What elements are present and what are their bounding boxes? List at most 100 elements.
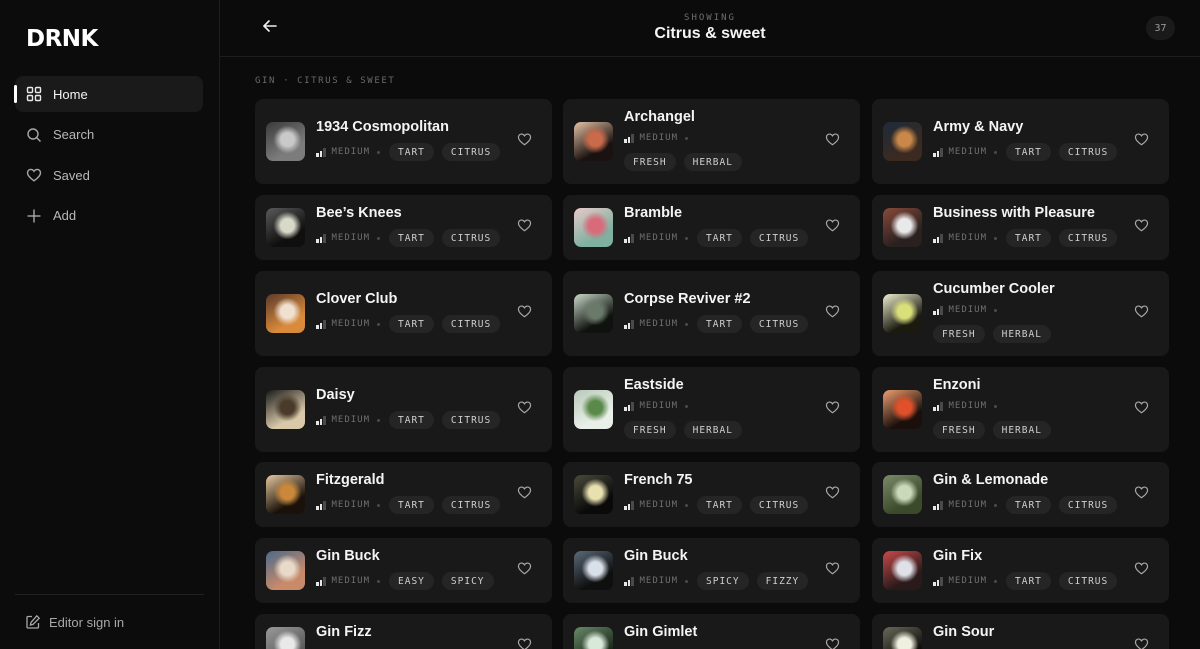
save-heart-button[interactable] <box>824 133 840 150</box>
strength-label: MEDIUM <box>948 147 988 157</box>
heart-icon <box>825 637 840 649</box>
flavor-tag: TART <box>389 229 434 247</box>
top-bar: SHOWING Citrus & sweet 37 <box>220 0 1200 57</box>
save-heart-button[interactable] <box>824 637 840 649</box>
sidebar-item-home[interactable]: Home <box>14 76 203 112</box>
separator-dot <box>377 579 381 583</box>
drink-card[interactable]: Gin Gimlet <box>563 614 860 649</box>
heart-icon <box>825 561 840 580</box>
save-heart-button[interactable] <box>516 133 532 150</box>
save-heart-button[interactable] <box>516 401 532 418</box>
save-heart-button[interactable] <box>1133 305 1149 322</box>
drink-meta: MEDIUM TART CITRUS <box>316 496 508 514</box>
strength-bars-icon <box>316 415 326 425</box>
strength-label: MEDIUM <box>948 401 988 411</box>
drink-card[interactable]: Archangel MEDIUM FRESH HERBAL <box>563 99 860 184</box>
strength-label: MEDIUM <box>948 500 988 510</box>
drink-card[interactable]: Gin Sour <box>872 614 1169 649</box>
save-heart-button[interactable] <box>516 562 532 579</box>
sidebar-item-add[interactable]: Add <box>15 198 203 234</box>
save-heart-button[interactable] <box>824 561 840 580</box>
separator-dot <box>994 579 998 583</box>
strength-label: MEDIUM <box>331 147 371 157</box>
save-heart-button[interactable] <box>1133 219 1149 236</box>
drink-card[interactable]: Gin Fizz <box>255 614 552 649</box>
strength-bars-icon <box>933 500 943 510</box>
flavor-tag: TART <box>697 496 742 514</box>
save-heart-button[interactable] <box>824 305 840 322</box>
drink-card[interactable]: Clover Club MEDIUM TART CITRUS <box>255 271 552 356</box>
save-heart-button[interactable] <box>1133 133 1149 150</box>
drink-card[interactable]: Army & Navy MEDIUM TART CITRUS <box>872 99 1169 184</box>
save-heart-button[interactable] <box>824 486 840 503</box>
drink-meta: MEDIUM TART CITRUS <box>933 572 1125 590</box>
separator-dot <box>994 404 998 408</box>
heart-icon <box>517 485 532 504</box>
sidebar-item-search[interactable]: Search <box>15 117 203 153</box>
save-heart-button[interactable] <box>516 218 532 237</box>
flavor-tag: SPICY <box>441 572 494 590</box>
flavor-tag: TART <box>389 315 434 333</box>
drink-thumbnail <box>574 390 613 429</box>
strength-bars-icon <box>933 576 943 586</box>
separator-dot <box>994 308 998 312</box>
editor-sign-in-button[interactable]: Editor sign in <box>25 614 124 630</box>
drink-thumbnail <box>266 294 305 333</box>
sidebar-item-label: Add <box>53 208 77 223</box>
strength-bars-icon <box>624 500 634 510</box>
drink-card[interactable]: Bee’s Knees MEDIUM TART CITRUS <box>255 195 552 260</box>
save-heart-button[interactable] <box>824 401 840 418</box>
save-heart-button[interactable] <box>516 485 532 504</box>
save-heart-button[interactable] <box>824 219 840 236</box>
drink-name: Gin Buck <box>624 548 688 564</box>
strength-label: MEDIUM <box>639 401 679 411</box>
drink-card[interactable]: 1934 Cosmopolitan MEDIUM TART CITRUS <box>255 99 552 184</box>
drink-card[interactable]: French 75 MEDIUM TART CITRUS <box>563 462 860 527</box>
drink-card[interactable]: Fitzgerald MEDIUM TART CITRUS <box>255 462 552 527</box>
save-heart-button[interactable] <box>1133 637 1149 649</box>
flavor-tag: TART <box>1006 496 1051 514</box>
drink-name: Daisy <box>316 387 355 403</box>
flavor-tag: FRESH <box>624 421 676 439</box>
drink-name: 1934 Cosmopolitan <box>316 119 449 135</box>
drink-card[interactable]: Gin Fix MEDIUM TART CITRUS <box>872 538 1169 603</box>
save-heart-button[interactable] <box>516 305 532 322</box>
sidebar-item-saved[interactable]: Saved <box>15 157 203 193</box>
drink-card[interactable]: Eastside MEDIUM FRESH HERBAL <box>563 367 860 452</box>
save-heart-button[interactable] <box>1133 485 1149 504</box>
strength-bars-icon <box>933 305 943 315</box>
strength-bars-icon <box>316 576 326 586</box>
drink-card[interactable]: Corpse Reviver #2 MEDIUM TART CITRUS <box>563 271 860 356</box>
strength-bars-icon <box>624 401 634 411</box>
drink-name: Army & Navy <box>933 119 1024 135</box>
flavor-tag: CITRUS <box>749 229 809 247</box>
drink-thumbnail <box>574 475 613 514</box>
strength-bars-icon <box>624 576 634 586</box>
strength-bars-icon <box>624 319 634 329</box>
drink-card[interactable]: Gin Buck MEDIUM EASY SPICY <box>255 538 552 603</box>
drink-card[interactable]: Gin Buck MEDIUM SPICY FIZZY <box>563 538 860 603</box>
drink-card[interactable]: Cucumber Cooler MEDIUM FRESH HERBAL <box>872 271 1169 356</box>
drink-card[interactable]: Daisy MEDIUM TART CITRUS <box>255 367 552 452</box>
heart-icon <box>1134 485 1149 504</box>
plus-icon <box>26 208 42 224</box>
drink-card[interactable]: Bramble MEDIUM TART CITRUS <box>563 195 860 260</box>
drink-card[interactable]: Gin & Lemonade MEDIUM TART CITRUS <box>872 462 1169 527</box>
flavor-tag: TART <box>1006 143 1051 161</box>
drink-name: Eastside <box>624 377 684 393</box>
heart-icon <box>517 218 532 237</box>
strength-label: MEDIUM <box>331 500 371 510</box>
save-heart-button[interactable] <box>1133 562 1149 579</box>
flavor-tag: TART <box>1006 229 1051 247</box>
strength-bars-icon <box>933 233 943 243</box>
save-heart-button[interactable] <box>1133 401 1149 418</box>
drink-card[interactable]: Business with Pleasure MEDIUM TART CITRUS <box>872 195 1169 260</box>
flavor-tag: CITRUS <box>749 496 809 514</box>
drink-card[interactable]: Enzoni MEDIUM FRESH HERBAL <box>872 367 1169 452</box>
app-logo[interactable]: DRNK <box>26 26 98 52</box>
drink-thumbnail <box>266 208 305 247</box>
drink-thumbnail <box>574 627 613 649</box>
save-heart-button[interactable] <box>516 637 532 649</box>
drink-name: Bee’s Knees <box>316 205 402 221</box>
search-icon <box>26 127 42 143</box>
